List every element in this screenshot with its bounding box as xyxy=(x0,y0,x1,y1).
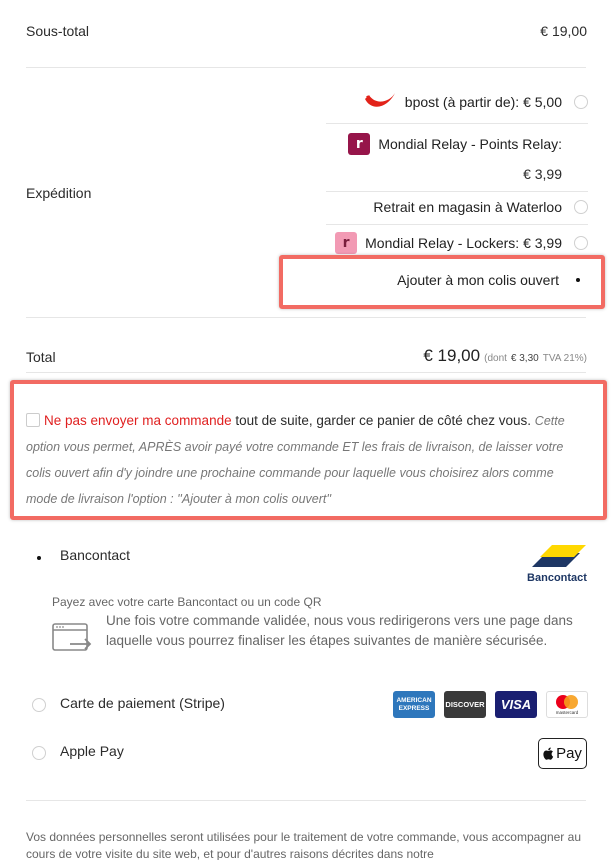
shipping-radio[interactable] xyxy=(574,236,588,250)
total-label: Total xyxy=(26,349,56,365)
payment-label-bancontact[interactable]: Bancontact xyxy=(60,547,130,563)
divider xyxy=(26,372,586,373)
mondial-relay-logo: r xyxy=(348,133,371,155)
shipping-radio[interactable] xyxy=(574,95,588,109)
divider xyxy=(26,67,586,68)
total-tax-amount: € 3,30 xyxy=(510,353,539,364)
shipping-option-price: € 3,99 xyxy=(523,166,562,182)
payment-label-applepay[interactable]: Apple Pay xyxy=(60,743,124,759)
divider xyxy=(26,800,586,801)
subtotal-value: € 19,00 xyxy=(540,23,587,39)
shipping-option-store-pickup[interactable]: Retrait en magasin à Waterloo xyxy=(373,199,588,215)
divider xyxy=(326,224,588,225)
shipping-radio[interactable] xyxy=(574,137,588,151)
shipping-label: Expédition xyxy=(26,185,92,201)
hold-order-main: tout de suite, garder ce panier de côté … xyxy=(231,413,532,428)
hold-order-checkbox[interactable] xyxy=(26,413,40,427)
hold-order-highlight: Ne pas envoyer ma commande xyxy=(44,413,232,428)
amex-icon: AMERICAN EXPRESS xyxy=(393,691,435,718)
total-value: € 19,00 xyxy=(423,346,481,365)
shipping-radio[interactable] xyxy=(574,200,588,214)
payment-radio-applepay[interactable] xyxy=(32,746,46,760)
divider xyxy=(326,191,588,192)
privacy-text: Vos données personnelles seront utilisée… xyxy=(26,830,581,860)
payment-radio-bancontact[interactable] xyxy=(32,551,46,565)
mastercard-text: mastercard xyxy=(555,710,579,715)
hold-order-option[interactable]: Ne pas envoyer ma commande tout de suite… xyxy=(26,408,582,512)
payment-radio-stripe[interactable] xyxy=(32,698,46,712)
shipping-option-bpost[interactable]: bpost (à partir de): € 5,00 xyxy=(363,91,588,113)
shipping-option-label: bpost (à partir de): € 5,00 xyxy=(404,94,562,110)
amex-text-2: EXPRESS xyxy=(398,704,430,712)
divider xyxy=(326,123,588,124)
shipping-option-label: Mondial Relay - Lockers: € 3,99 xyxy=(365,235,562,251)
redirect-icon xyxy=(50,622,94,656)
total-tax-suffix: TVA 21%) xyxy=(542,353,587,364)
card-logos: AMERICAN EXPRESS DISCOVER VISA mastercar… xyxy=(393,691,588,718)
total-value-group: € 19,00 (dont € 3,30 TVA 21%) xyxy=(423,346,587,366)
bpost-logo xyxy=(363,91,397,113)
shipping-option-mondial-relay-points[interactable]: r Mondial Relay - Points Relay: xyxy=(348,133,588,155)
divider xyxy=(26,317,586,318)
shipping-option-mondial-relay-lockers[interactable]: r Mondial Relay - Lockers: € 3,99 xyxy=(335,232,588,254)
bancontact-description: Payez avec votre carte Bancontact ou un … xyxy=(52,595,322,609)
highlight-frame-shipping xyxy=(279,255,605,309)
bancontact-logo-text: Bancontact xyxy=(527,572,587,584)
total-tax-prefix: (dont xyxy=(484,353,507,364)
amex-text-1: AMERICAN xyxy=(396,696,432,704)
bancontact-logo: Bancontact xyxy=(526,543,588,584)
applepay-badge-text: Pay xyxy=(556,745,582,762)
shipping-option-label: Retrait en magasin à Waterloo xyxy=(373,199,562,215)
shipping-option-label: Mondial Relay - Points Relay: xyxy=(378,136,562,152)
payment-label-stripe[interactable]: Carte de paiement (Stripe) xyxy=(60,695,225,711)
discover-icon: DISCOVER xyxy=(444,691,486,718)
subtotal-label: Sous-total xyxy=(26,23,90,39)
visa-icon: VISA xyxy=(495,691,537,718)
mastercard-icon: mastercard xyxy=(546,691,588,718)
mondial-relay-lockers-logo: r xyxy=(335,232,358,254)
apple-icon xyxy=(543,747,554,760)
applepay-badge: Pay xyxy=(538,738,587,769)
redirect-text: Une fois votre commande validée, nous vo… xyxy=(106,613,573,648)
